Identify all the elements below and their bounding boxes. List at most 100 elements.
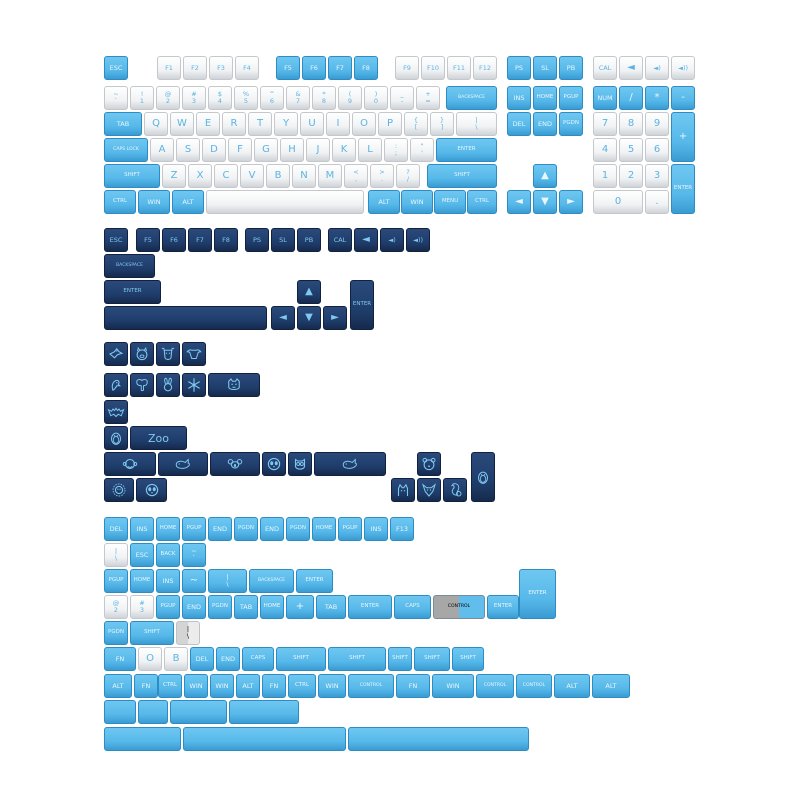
keycap-d: D <box>202 138 226 162</box>
keycap-3: # 3 <box>130 595 154 619</box>
keycap-monkey <box>104 452 156 476</box>
keycap-legend: % 5 <box>242 90 250 105</box>
fox-icon <box>420 481 438 499</box>
keycap-symbol: | \ <box>104 543 128 567</box>
keycap-0: 0 <box>593 190 643 214</box>
keycap-legend: A <box>158 144 166 155</box>
keycap-q: Q <box>144 112 168 136</box>
keycap-legend: PGUP <box>186 525 202 532</box>
keycap-f3: F3 <box>209 56 233 80</box>
keycap-legend: FN <box>141 681 151 690</box>
keycap-legend: PB <box>566 63 576 72</box>
keycap-legend: 0 <box>614 196 622 207</box>
keycap-symbol: ► <box>559 190 583 214</box>
whale-icon <box>341 455 359 473</box>
keycap-legend: SHIFT <box>124 172 140 179</box>
keycap-legend: ( 9 <box>347 90 353 105</box>
keycap-control: CONTROL <box>516 674 552 698</box>
keycap-legend: # 3 <box>191 90 197 105</box>
keycap-n: N <box>292 164 316 188</box>
keycap-legend: CONTROL <box>483 682 507 688</box>
keycap-menu: MENU <box>434 190 466 214</box>
keycap-legend: ENTER <box>305 577 324 584</box>
keycap-b: B <box>164 647 188 671</box>
koala-icon <box>226 455 244 473</box>
keycap-legend: PGDN <box>238 525 254 532</box>
keycap-legend: 7 <box>601 118 609 129</box>
keycap-legend: ◄)) <box>677 63 689 72</box>
keycap-control: CONTROL <box>348 674 394 698</box>
keycap-legend: SHIFT <box>392 655 408 662</box>
keycap-s: S <box>176 138 200 162</box>
keycap-legend: PGDN <box>290 525 306 532</box>
keycap-control: CONTROL <box>433 595 485 619</box>
keycap-r: R <box>222 112 246 136</box>
penguin-icon <box>474 468 492 486</box>
keycap-symbol: ◄ <box>271 306 295 330</box>
keycap-legend: ENTER <box>123 288 142 295</box>
keycap-legend: SHIFT <box>144 629 160 636</box>
keycap-ins: INS <box>156 569 180 593</box>
keycap-sl: SL <box>533 56 557 80</box>
keycap-2: @ 2 <box>156 86 180 110</box>
keycap-legend: . <box>655 196 659 207</box>
keycap-legend: ESC <box>135 550 149 559</box>
keycap-legend: J <box>316 144 320 155</box>
keycap-shift: SHIFT <box>452 647 484 671</box>
keycap-win: WIN <box>432 674 474 698</box>
keycap-blank <box>183 727 346 751</box>
keycap-symbol: | \ <box>176 621 200 645</box>
keycap-legend: D <box>210 144 218 155</box>
keycap-legend: CTRL <box>294 682 310 689</box>
keycap-alt: ALT <box>554 674 590 698</box>
keycap-legend: DEL <box>195 654 209 663</box>
keycap-legend: WIN <box>325 681 339 690</box>
keycap-legend: PGDN <box>563 120 579 127</box>
keycap-legend: C <box>222 170 230 181</box>
keycap-symbol: " ' <box>410 138 434 162</box>
rabbit-icon <box>159 376 177 394</box>
keycap-legend: TAB <box>116 119 130 128</box>
keycap-w: W <box>170 112 194 136</box>
keycap-4: $ 4 <box>208 86 232 110</box>
keycap-blank <box>206 190 364 214</box>
keycap-legend: WIN <box>410 197 424 206</box>
keycap-home: HOME <box>130 569 154 593</box>
keycap-legend: - <box>681 92 685 103</box>
keycap-symbol: } ] <box>430 112 454 136</box>
keycap-legend: } ] <box>439 116 445 131</box>
keycap-legend: ► <box>331 312 339 323</box>
keycap-shift: SHIFT <box>276 647 326 671</box>
keycap-cal: CAL <box>593 56 617 80</box>
keycap-symbol: + <box>286 595 314 619</box>
keycap-caps-lock: CAPS LOCK <box>104 138 148 162</box>
keycap-bear <box>417 452 441 476</box>
keycap-legend: F <box>237 144 243 155</box>
keycap-7: 7 <box>593 112 617 136</box>
keycap-end: END <box>533 112 557 136</box>
keycap-legend: * <box>654 92 660 103</box>
keycap-legend: F8 <box>222 235 230 244</box>
keycap-ins: INS <box>364 517 388 541</box>
keycap-legend: ◄) <box>653 63 661 72</box>
keycap-symbol: { [ <box>404 112 428 136</box>
keycap-legend: ~ <box>189 575 199 586</box>
keycap-legend: SHIFT <box>454 172 470 179</box>
keycap-legend: F2 <box>191 63 199 72</box>
keycap-legend: F12 <box>478 63 491 72</box>
keycap-win: WIN <box>401 190 433 214</box>
keycap-z: Z <box>162 164 186 188</box>
keycap-b: B <box>266 164 290 188</box>
keycap-blank <box>104 727 181 751</box>
snowflake-icon <box>185 376 203 394</box>
monkey-icon <box>121 455 139 473</box>
keycap-3: # 3 <box>182 86 206 110</box>
keycap-snowflake <box>182 373 206 397</box>
keycap-legend: ? / <box>406 168 410 183</box>
keycap-legend: END <box>538 119 552 128</box>
keycap-enter: ENTER <box>350 280 374 330</box>
keycap-enter: ENTER <box>348 595 392 619</box>
keycap-legend: DEL <box>109 524 123 533</box>
keycap-legend: CONTROL <box>359 682 383 688</box>
keycap-legend: B <box>172 653 180 664</box>
